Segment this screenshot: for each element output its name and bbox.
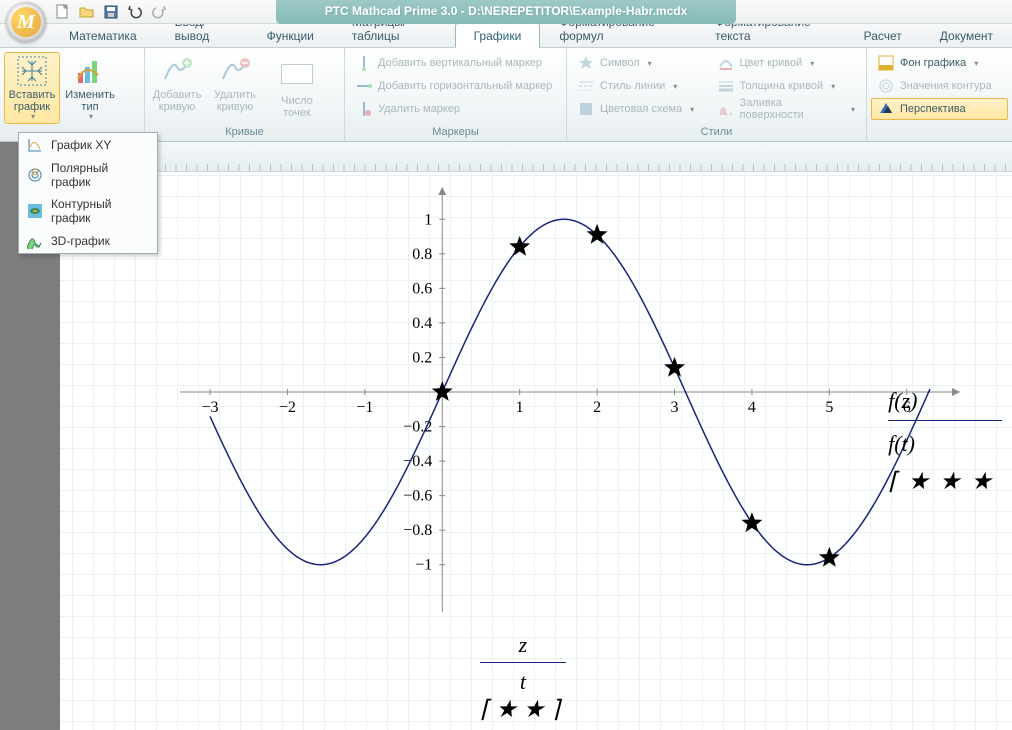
ruler — [60, 142, 1012, 172]
group-label-markers: Маркеры — [349, 124, 562, 141]
svg-text:1: 1 — [424, 211, 432, 228]
thickness-icon — [718, 78, 734, 94]
insert-plot-dropdown: График XY Полярный график Контурный граф… — [18, 132, 158, 254]
remove-curve-button: Удалить кривую — [207, 52, 263, 124]
num-points-button: Число точек — [265, 52, 329, 124]
svg-text:−0.6: −0.6 — [403, 488, 432, 505]
legend-fz: f(z) — [888, 382, 1002, 421]
ribbon-tabstrip: Математика Ввод/вывод Функции Матрицы/та… — [0, 24, 1012, 48]
insert-plot-button[interactable]: Вставить график ▾ — [4, 52, 60, 124]
xlabel-star-marker: ⌈★★⌉ — [480, 695, 566, 724]
svg-text:−1: −1 — [356, 399, 373, 416]
remove-curve-icon — [219, 55, 251, 87]
xy-plot[interactable]: −3−2−1123456−1−0.8−0.6−0.4−0.20.20.40.60… — [170, 182, 950, 622]
document-canvas[interactable]: −3−2−1123456−1−0.8−0.6−0.4−0.20.20.40.60… — [60, 142, 1012, 730]
x-axis-labels[interactable]: z t ⌈★★⌉ — [480, 632, 566, 724]
add-curve-icon — [161, 55, 193, 87]
svg-text:3: 3 — [671, 399, 679, 416]
plot-svg: −3−2−1123456−1−0.8−0.6−0.4−0.20.20.40.60… — [170, 182, 950, 622]
add-curve-label: Добавить кривую — [150, 89, 204, 113]
hmarker-icon — [356, 78, 372, 94]
line-color-icon — [718, 55, 734, 71]
color-scheme-icon — [578, 101, 594, 117]
svg-text:0.6: 0.6 — [412, 280, 432, 297]
3d-plot-icon — [27, 233, 43, 249]
svg-text:0.2: 0.2 — [412, 349, 432, 366]
del-marker-icon — [356, 101, 372, 117]
perspective-button[interactable]: Перспектива — [871, 98, 1008, 120]
add-vmarker-button: Добавить вертикальный маркер — [349, 52, 562, 74]
change-type-icon — [74, 55, 106, 87]
xy-plot-icon — [27, 137, 43, 153]
ribbon: Вставить график ▾ Изменить тип ▾ . Добав… — [0, 48, 1012, 142]
svg-text:−3: −3 — [201, 399, 218, 416]
tab-functions[interactable]: Функции — [248, 23, 333, 47]
add-hmarker-button: Добавить горизонтальный маркер — [349, 75, 562, 97]
new-file-icon[interactable] — [55, 4, 71, 20]
symbol-icon — [578, 55, 594, 71]
surface-icon — [718, 101, 734, 117]
num-points-input — [281, 55, 313, 87]
dropdown-polar-plot[interactable]: Полярный график — [19, 157, 157, 193]
tab-document[interactable]: Документ — [921, 23, 1012, 47]
svg-text:5: 5 — [825, 399, 833, 416]
svg-text:−0.2: −0.2 — [403, 419, 432, 436]
xlabel-z: z — [480, 632, 566, 663]
insert-plot-icon — [16, 55, 48, 87]
plot-bg-button[interactable]: Фон графика▾ — [871, 52, 1008, 74]
svg-text:−0.8: −0.8 — [403, 522, 432, 539]
add-curve-button: Добавить кривую — [149, 52, 205, 124]
chevron-down-icon: ▾ — [31, 113, 35, 122]
chevron-down-icon: ▾ — [89, 113, 93, 122]
legend-star-marker: ⌈★★★ — [888, 467, 1002, 496]
contour-plot-icon — [27, 203, 43, 219]
line-style-button: Стиль линии▾ — [571, 75, 709, 97]
plot-bg-icon — [878, 55, 894, 71]
symbol-button: Символ▾ — [571, 52, 709, 74]
color-scheme-button: Цветовая схема▾ — [571, 98, 709, 120]
remove-curve-label: Удалить кривую — [208, 89, 262, 113]
group-label-curves: Кривые — [149, 124, 340, 141]
insert-plot-label: Вставить график — [5, 89, 59, 113]
contour-vals-button: Значения контура — [871, 75, 1008, 97]
del-marker-button: Удалить маркер — [349, 98, 562, 120]
dropdown-3d-plot[interactable]: 3D-график — [19, 229, 157, 253]
svg-text:−1: −1 — [415, 557, 432, 574]
undo-icon[interactable] — [127, 4, 143, 20]
y-axis-labels[interactable]: f(z) f(t) ⌈★★★ — [888, 382, 1002, 496]
line-style-icon — [578, 78, 594, 94]
contour-icon — [878, 78, 894, 94]
vmarker-icon — [356, 55, 372, 71]
window-title: PTC Mathcad Prime 3.0 - D:\NEREPETITOR\E… — [276, 0, 736, 24]
open-file-icon[interactable] — [79, 4, 95, 20]
polar-plot-icon — [27, 167, 43, 183]
svg-text:0.4: 0.4 — [412, 315, 432, 332]
titlebar: PTC Mathcad Prime 3.0 - D:\NEREPETITOR\E… — [0, 0, 1012, 24]
svg-text:1: 1 — [516, 399, 524, 416]
svg-text:4: 4 — [748, 399, 756, 416]
tab-math[interactable]: Математика — [50, 23, 156, 47]
thickness-button: Толщина кривой▾ — [711, 75, 862, 97]
dropdown-contour-plot[interactable]: Контурный график — [19, 193, 157, 229]
app-logo[interactable]: M — [6, 2, 46, 42]
tab-plots[interactable]: Графики — [455, 23, 541, 48]
num-points-label: Число точек — [266, 95, 328, 119]
perspective-icon — [878, 101, 894, 117]
svg-text:−2: −2 — [279, 399, 296, 416]
dropdown-xy-plot[interactable]: График XY — [19, 133, 157, 157]
change-type-label: Изменить тип — [63, 89, 117, 113]
svg-text:2: 2 — [593, 399, 601, 416]
xlabel-t: t — [480, 669, 566, 695]
redo-icon[interactable] — [151, 4, 167, 20]
surface-fill-button: Заливка поверхности▾ — [711, 98, 862, 120]
svg-text:0.8: 0.8 — [412, 246, 432, 263]
line-color-button: Цвет кривой▾ — [711, 52, 862, 74]
group-label-styles: Стили — [571, 124, 862, 141]
legend-ft: f(t) — [888, 425, 1002, 463]
change-type-button[interactable]: Изменить тип ▾ — [62, 52, 118, 124]
tab-calc[interactable]: Расчет — [845, 23, 921, 47]
save-icon[interactable] — [103, 4, 119, 20]
